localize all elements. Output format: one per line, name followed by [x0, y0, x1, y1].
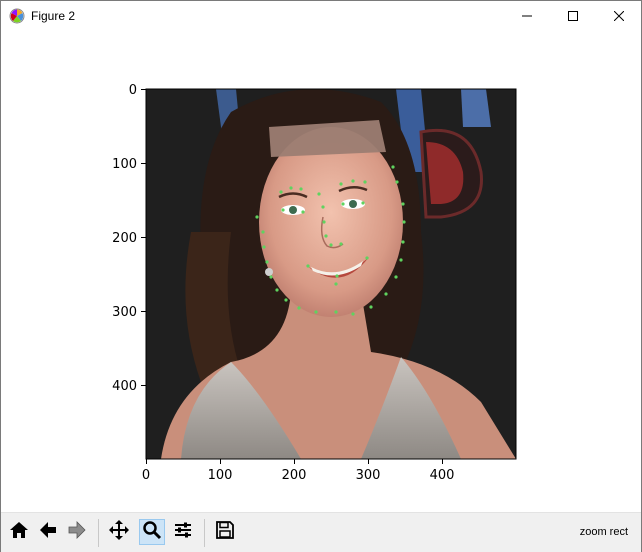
y-tick-label: 200 [112, 231, 137, 246]
x-tick-label: 300 [356, 468, 381, 483]
pan-button[interactable] [106, 519, 132, 545]
home-icon [9, 520, 29, 545]
matplotlib-icon [9, 8, 25, 24]
maximize-button[interactable] [550, 1, 596, 32]
x-tick-label: 200 [282, 468, 307, 483]
close-icon [613, 8, 625, 26]
y-axis: 0 100 200 300 400 [112, 83, 146, 394]
toolbar-separator [98, 519, 99, 547]
magnifier-icon [142, 520, 162, 545]
maximize-icon [568, 8, 578, 26]
close-button[interactable] [596, 1, 642, 32]
window-title: Figure 2 [31, 9, 76, 23]
zoom-button[interactable] [139, 519, 165, 545]
title-bar[interactable]: Figure 2 [1, 1, 641, 32]
sliders-icon [173, 520, 193, 545]
arrow-left-icon [38, 520, 58, 545]
figure-canvas[interactable]: 0 100 200 300 400 0 100 200 300 400 [1, 32, 641, 510]
face-photo [146, 89, 516, 459]
x-tick-label: 100 [208, 468, 233, 483]
axes[interactable]: 0 100 200 300 400 0 100 200 300 400 [1, 32, 641, 510]
forward-button[interactable] [64, 519, 90, 545]
home-button[interactable] [6, 519, 32, 545]
status-message: zoom rect [579, 526, 628, 538]
x-tick-label: 0 [142, 468, 150, 483]
save-button[interactable] [212, 519, 238, 545]
x-axis: 0 100 200 300 400 [142, 459, 455, 483]
configure-subplots-button[interactable] [170, 519, 196, 545]
y-tick-label: 400 [112, 379, 137, 394]
figure-window: Figure 2 0 100 200 300 400 0 100 200 300… [0, 0, 642, 552]
arrow-right-icon [67, 520, 87, 545]
minimize-icon [522, 8, 532, 26]
navigation-toolbar: zoom rect [1, 512, 641, 552]
y-tick-label: 300 [112, 305, 137, 320]
back-button[interactable] [35, 519, 61, 545]
y-tick-label: 0 [129, 83, 137, 98]
toolbar-separator [204, 519, 205, 547]
move-icon [108, 519, 130, 546]
floppy-disk-icon [215, 520, 235, 545]
y-tick-label: 100 [112, 157, 137, 172]
x-tick-label: 400 [430, 468, 455, 483]
minimize-button[interactable] [504, 1, 550, 32]
